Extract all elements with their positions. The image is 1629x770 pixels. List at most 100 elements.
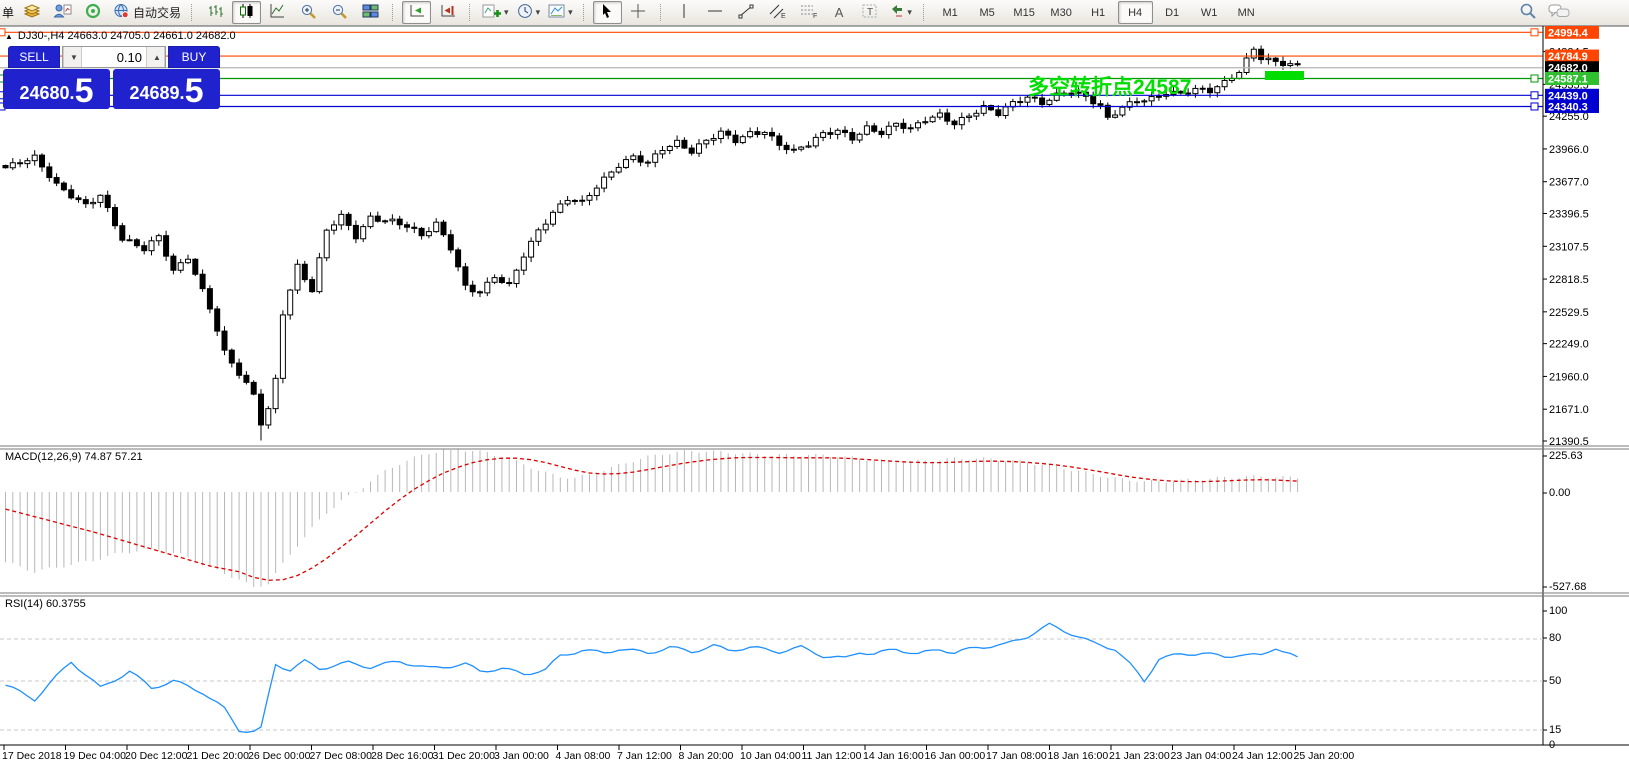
auto-scroll-icon xyxy=(408,3,426,22)
bar-chart-button[interactable] xyxy=(201,1,230,24)
zoom-in-button[interactable] xyxy=(294,1,323,24)
svg-text:24994.4: 24994.4 xyxy=(1548,27,1589,39)
svg-text:31 Dec 20:00: 31 Dec 20:00 xyxy=(433,750,496,762)
rsi-indicator-label: RSI(14) 60.3755 xyxy=(5,598,86,610)
svg-text:25 Jan 20:00: 25 Jan 20:00 xyxy=(1294,750,1355,762)
line-handle[interactable] xyxy=(1531,92,1538,99)
svg-text:18 Jan 16:00: 18 Jan 16:00 xyxy=(1048,750,1109,762)
signal-swirl-icon xyxy=(85,3,102,22)
fibonacci-icon: F xyxy=(799,3,818,22)
svg-text:23 Jan 04:00: 23 Jan 04:00 xyxy=(1171,750,1232,762)
chevron-down-icon: ▾ xyxy=(504,7,509,18)
zoom-out-button[interactable] xyxy=(325,1,354,24)
collapse-panel-icon[interactable]: ▲ xyxy=(5,32,13,41)
charts-stack-button[interactable] xyxy=(17,1,46,24)
buy-price-button[interactable]: 24689.5 xyxy=(113,69,220,109)
timeframe-button-D1[interactable]: D1 xyxy=(1155,1,1190,24)
line-handle[interactable] xyxy=(1531,29,1538,36)
crosshair-button[interactable] xyxy=(624,1,653,24)
chart-symbol-info: ▲ DJ30-,H4 24663.0 24705.0 24661.0 24682.… xyxy=(5,30,236,42)
chart-shift-button[interactable] xyxy=(433,1,462,24)
lot-size-input[interactable] xyxy=(82,47,146,67)
search-button[interactable] xyxy=(1513,1,1542,24)
svg-text:14 Jan 16:00: 14 Jan 16:00 xyxy=(863,750,924,762)
zoom-out-icon xyxy=(331,3,348,23)
timeframe-button-H4[interactable]: H4 xyxy=(1118,1,1153,24)
svg-text:11 Jan 12:00: 11 Jan 12:00 xyxy=(802,750,862,762)
svg-text:T: T xyxy=(867,7,873,18)
svg-text:26 Dec 00:00: 26 Dec 00:00 xyxy=(248,750,311,762)
profiles-button[interactable] xyxy=(48,1,77,24)
svg-text:28 Dec 16:00: 28 Dec 16:00 xyxy=(371,750,434,762)
globe-icon xyxy=(113,3,130,22)
timeframe-button-M30[interactable]: M30 xyxy=(1044,1,1079,24)
autotrading-label: 自动交易 xyxy=(133,4,181,21)
autotrading-button[interactable]: 自动交易 xyxy=(110,1,184,24)
chart-shift-icon xyxy=(439,3,457,22)
equidistant-channel-tool[interactable]: E xyxy=(763,1,792,24)
trendline-icon xyxy=(738,3,754,22)
highlight-zone[interactable] xyxy=(1265,71,1304,80)
cursor-button[interactable] xyxy=(593,1,622,24)
svg-text:7 Jan 12:00: 7 Jan 12:00 xyxy=(617,750,672,762)
horizontal-line-tool[interactable] xyxy=(701,1,730,24)
sell-price-button[interactable]: 24680.5 xyxy=(3,69,110,109)
svg-text:225.63: 225.63 xyxy=(1549,450,1583,462)
chevron-down-icon: ▾ xyxy=(907,7,912,18)
timeframe-button-W1[interactable]: W1 xyxy=(1192,1,1227,24)
svg-text:19 Dec 04:00: 19 Dec 04:00 xyxy=(64,750,127,762)
lot-increase-button[interactable]: ▲ xyxy=(146,47,165,67)
svg-text:27 Dec 08:00: 27 Dec 08:00 xyxy=(310,750,373,762)
vertical-line-tool[interactable] xyxy=(670,1,699,24)
svg-text:8 Jan 20:00: 8 Jan 20:00 xyxy=(679,750,734,762)
text-tool-icon: A xyxy=(835,5,844,20)
symbol-ohlc-text: DJ30-,H4 24663.0 24705.0 24661.0 24682.0 xyxy=(18,30,236,42)
text-label-tool[interactable]: T xyxy=(856,1,885,24)
timeframe-button-M15[interactable]: M15 xyxy=(1007,1,1042,24)
channel-icon: E xyxy=(768,3,787,22)
svg-text:22818.5: 22818.5 xyxy=(1549,274,1589,286)
svg-text:17 Dec 2018: 17 Dec 2018 xyxy=(2,750,62,762)
text-tool[interactable]: A xyxy=(825,1,854,24)
vertical-line-icon xyxy=(677,3,691,22)
indicators-button[interactable]: ▾ xyxy=(479,1,512,24)
new-order-button[interactable]: 单 xyxy=(2,4,14,21)
toolbar-separator xyxy=(469,4,474,21)
timeframe-button-M5[interactable]: M5 xyxy=(970,1,1005,24)
svg-text:16 Jan 00:00: 16 Jan 00:00 xyxy=(925,750,986,762)
auto-scroll-button[interactable] xyxy=(402,1,431,24)
templates-button[interactable]: ▾ xyxy=(545,1,576,24)
crosshair-icon xyxy=(630,3,646,22)
chart-canvas[interactable]: 多空转折点2458724824.524535.524255.023966.023… xyxy=(0,0,1629,770)
timeframe-button-H1[interactable]: H1 xyxy=(1081,1,1116,24)
line-handle[interactable] xyxy=(1531,75,1538,82)
annotation-text[interactable]: 多空转折点24587 xyxy=(1028,75,1191,99)
signals-button[interactable] xyxy=(79,1,108,24)
svg-text:0.00: 0.00 xyxy=(1549,487,1570,499)
lot-decrease-button[interactable]: ▼ xyxy=(63,47,82,67)
svg-text:50: 50 xyxy=(1549,675,1561,687)
line-chart-button[interactable] xyxy=(263,1,292,24)
line-handle[interactable] xyxy=(1531,103,1538,110)
svg-text:20 Dec 12:00: 20 Dec 12:00 xyxy=(125,750,188,762)
svg-text:100: 100 xyxy=(1549,605,1567,617)
tile-windows-button[interactable] xyxy=(356,1,385,24)
line-chart-icon xyxy=(269,3,286,22)
trendline-tool[interactable] xyxy=(732,1,761,24)
template-icon xyxy=(548,3,566,22)
fibonacci-tool[interactable]: F xyxy=(794,1,823,24)
svg-text:23677.0: 23677.0 xyxy=(1549,177,1589,189)
svg-text:22249.0: 22249.0 xyxy=(1549,339,1589,351)
arrows-tool[interactable]: ▾ xyxy=(887,1,916,24)
timeframe-button-M1[interactable]: M1 xyxy=(933,1,968,24)
tile-windows-icon xyxy=(362,3,379,22)
timeframe-button-MN[interactable]: MN xyxy=(1229,1,1264,24)
buy-button[interactable]: BUY xyxy=(168,46,220,68)
candlestick-chart-button[interactable] xyxy=(232,1,261,24)
svg-text:21 Dec 20:00: 21 Dec 20:00 xyxy=(187,750,250,762)
timeframe-group: M1M5M15M30H1H4D1W1MN xyxy=(932,1,1265,24)
sell-button[interactable]: SELL xyxy=(8,46,60,68)
periods-button[interactable]: ▾ xyxy=(514,1,544,24)
indicators-icon xyxy=(482,3,502,22)
chat-button[interactable] xyxy=(1544,1,1573,24)
